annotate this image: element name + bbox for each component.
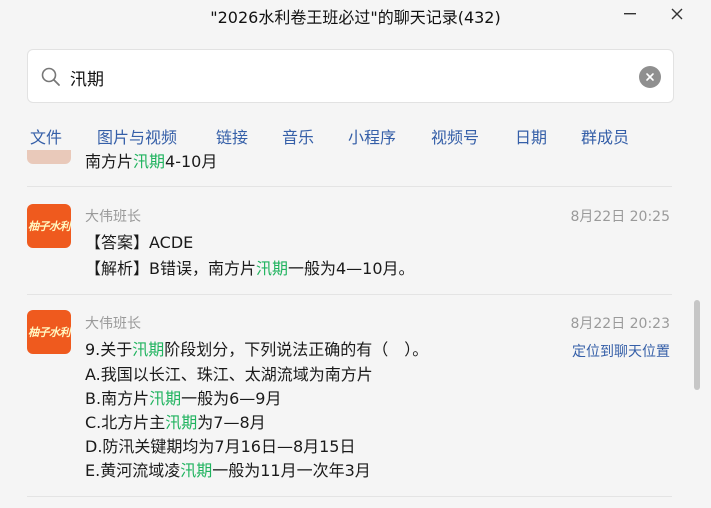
- title-bar: "2026水利卷王班必过"的聊天记录(432): [0, 0, 711, 34]
- locate-in-chat-link[interactable]: 定位到聊天位置: [572, 341, 670, 361]
- clear-search-button[interactable]: [639, 66, 661, 88]
- divider: [27, 186, 672, 187]
- message-text: 【答案】ACDE: [85, 233, 194, 252]
- tab-date[interactable]: 日期: [515, 124, 547, 148]
- minimize-icon: [624, 13, 636, 15]
- tab-media[interactable]: 图片与视频: [97, 124, 177, 148]
- keyword-highlight: 汛期: [255, 259, 288, 278]
- clear-icon: [646, 73, 654, 81]
- search-icon: [41, 67, 60, 86]
- message-list[interactable]: 南方片汛期4-10月 柚子水利 大伟班长 8月22日 20:25 【答案】ACD…: [0, 150, 690, 508]
- message-line: B.南方片汛期一般为6—9月: [85, 389, 281, 409]
- message-text: 一般为4—10月。: [288, 259, 415, 278]
- message-text: B.南方片: [85, 389, 150, 408]
- tab-files[interactable]: 文件: [30, 124, 62, 148]
- avatar[interactable]: 柚子水利: [27, 204, 71, 248]
- message-text: 一般为11月一次年3月: [212, 461, 371, 480]
- message-text: 4-10月: [165, 152, 218, 171]
- avatar-label: 柚子水利: [28, 220, 71, 233]
- message-line: 9.关于汛期阶段划分，下列说法正确的有（ ）。: [85, 340, 428, 360]
- message-text: 9.关于: [85, 340, 133, 359]
- avatar: [27, 150, 71, 164]
- message-line: 【答案】ACDE: [85, 233, 193, 253]
- message-line: 【解析】B错误，南方片汛期一般为4—10月。: [85, 259, 415, 279]
- minimize-button[interactable]: [610, 0, 650, 28]
- message-text: 南方片: [85, 152, 134, 171]
- keyword-highlight: 汛期: [132, 340, 165, 359]
- message-text: D.防汛关键期均为7月16日—8月15日: [85, 437, 356, 456]
- search-box[interactable]: [27, 49, 674, 103]
- tab-music[interactable]: 音乐: [282, 124, 314, 148]
- tab-miniapps[interactable]: 小程序: [348, 124, 396, 148]
- keyword-highlight: 汛期: [165, 413, 198, 432]
- close-button[interactable]: [657, 0, 697, 28]
- keyword-highlight: 汛期: [180, 461, 213, 480]
- message-text: C.北方片主: [85, 413, 166, 432]
- message-text: 一般为6—9月: [181, 389, 282, 408]
- message-text: 【解析】B错误，南方片: [85, 259, 256, 278]
- sender-name: 大伟班长: [85, 209, 141, 225]
- divider: [27, 294, 672, 295]
- message-time: 8月22日 20:23: [570, 316, 670, 332]
- tab-members[interactable]: 群成员: [581, 124, 629, 148]
- search-input[interactable]: [70, 63, 630, 91]
- message-text: 阶段划分，下列说法正确的有（ ）。: [164, 340, 429, 359]
- tab-links[interactable]: 链接: [216, 124, 248, 148]
- scrollbar[interactable]: [694, 150, 700, 508]
- message-text: A.我国以长江、珠江、太湖流域为南方片: [85, 365, 373, 384]
- filter-tabs: 文件 图片与视频 链接 音乐 小程序 视频号 日期 群成员: [0, 124, 711, 150]
- tab-channels[interactable]: 视频号: [431, 124, 479, 148]
- message-text: 为7—8月: [197, 413, 266, 432]
- window-title: "2026水利卷王班必过"的聊天记录(432): [210, 8, 501, 27]
- message-line: A.我国以长江、珠江、太湖流域为南方片: [85, 365, 373, 385]
- avatar-label: 柚子水利: [28, 326, 71, 339]
- avatar[interactable]: 柚子水利: [27, 310, 71, 354]
- keyword-highlight: 汛期: [149, 389, 182, 408]
- scrollbar-thumb[interactable]: [694, 300, 700, 390]
- message-time: 8月22日 20:25: [570, 209, 670, 225]
- message-line: D.防汛关键期均为7月16日—8月15日: [85, 437, 356, 457]
- message-line: 南方片汛期4-10月: [85, 152, 217, 172]
- sender-name: 大伟班长: [85, 316, 141, 332]
- message-line: C.北方片主汛期为7—8月: [85, 413, 266, 433]
- message-text: E.黄河流域凌: [85, 461, 181, 480]
- divider: [27, 496, 672, 497]
- close-icon: [671, 8, 683, 20]
- message-line: E.黄河流域凌汛期一般为11月一次年3月: [85, 461, 371, 481]
- keyword-highlight: 汛期: [133, 152, 166, 171]
